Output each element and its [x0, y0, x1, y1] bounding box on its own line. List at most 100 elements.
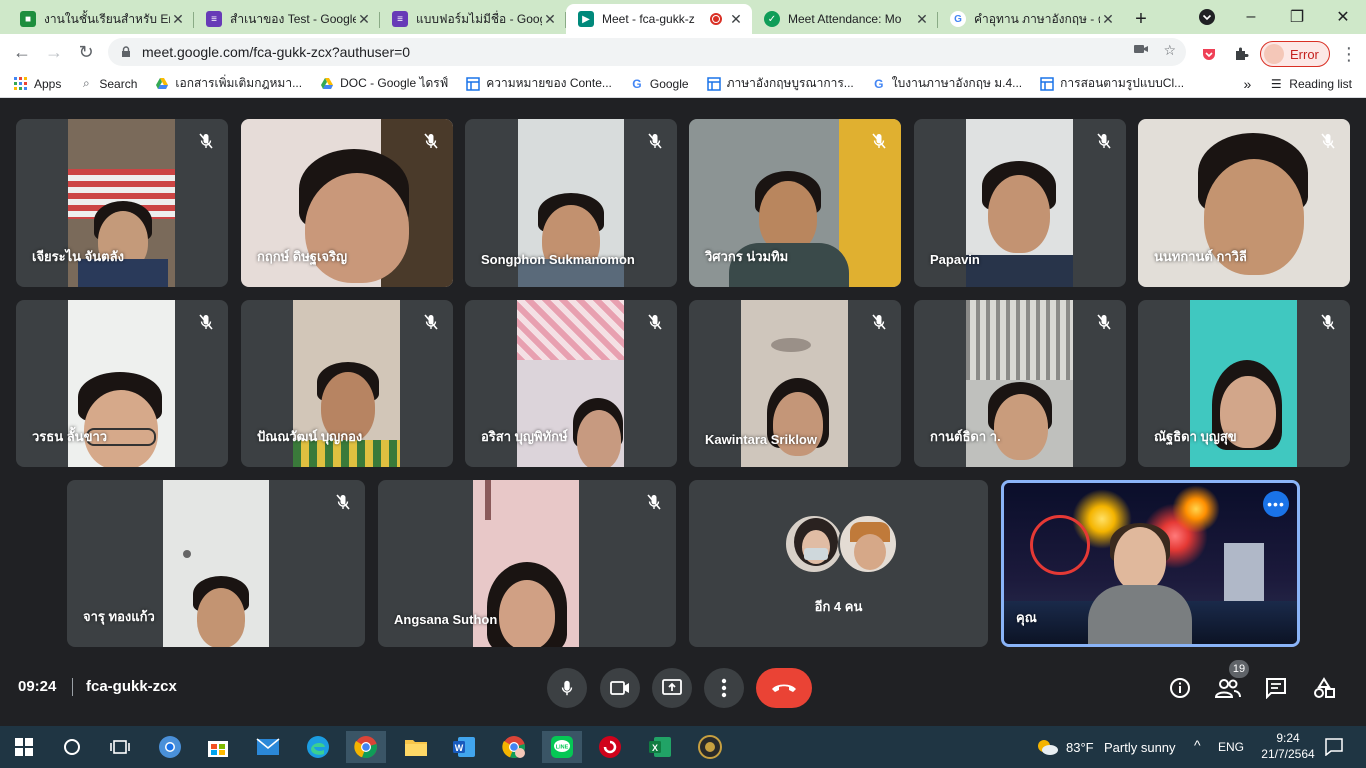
browser-tab-meet[interactable]: ▶ Meet - fca-gukk-z ✕ [566, 4, 752, 34]
meeting-details-button[interactable] [1166, 674, 1194, 702]
close-tab-icon[interactable]: ✕ [542, 11, 558, 28]
people-button[interactable] [1214, 674, 1242, 702]
tab-search-button[interactable] [1184, 0, 1230, 34]
close-tab-icon[interactable]: ✕ [914, 11, 930, 28]
system-clock[interactable]: 9:24 21/7/2564 [1258, 730, 1318, 764]
restore-button[interactable]: ❐ [1274, 0, 1320, 34]
activities-button[interactable] [1310, 674, 1338, 702]
participant-tile[interactable]: เจียระไน จันตลัง [16, 119, 228, 287]
google-icon: G [632, 76, 642, 91]
bookmark-search[interactable]: ⌕ Search [79, 76, 137, 91]
self-more-options-button[interactable]: ••• [1263, 491, 1289, 517]
windows-taskbar: W LINE X 83°F Partly sunny ^ ENG 9:24 21… [0, 726, 1366, 768]
taskbar-store[interactable] [198, 731, 238, 763]
drive-icon [321, 77, 334, 89]
more-options-button[interactable] [704, 668, 744, 708]
windows-logo-icon [15, 738, 33, 756]
meet-control-bar: 09:24 fca-gukk-zcx 19 [0, 648, 1366, 726]
mic-muted-icon [1097, 314, 1111, 330]
new-tab-button[interactable]: + [1124, 4, 1158, 34]
browser-menu-icon[interactable]: ⋮ [1336, 38, 1362, 70]
bookmark-page-1[interactable]: ความหมายของ Conte... [466, 74, 612, 93]
participant-tile[interactable]: Angsana Suthon [378, 480, 676, 647]
participant-tile[interactable]: กฤกษ์ ดิษฐเจริญ [241, 119, 453, 287]
bookmark-google[interactable]: G Google [630, 76, 688, 91]
taskbar-chromium[interactable] [150, 731, 190, 763]
microphone-button[interactable] [547, 668, 587, 708]
start-button[interactable] [4, 731, 44, 763]
participant-name: ปัณณวัฒน์ บุญกอง [257, 429, 363, 444]
bookmark-page-2[interactable]: ภาษาอังกฤษบูรณาการ... [706, 74, 854, 93]
browser-tab-6[interactable]: G คำอุทาน ภาษาอังกฤษ - ค้ ✕ [938, 4, 1124, 34]
bookmarks-overflow-button[interactable]: » [1244, 76, 1252, 92]
close-tab-icon[interactable]: ✕ [170, 11, 186, 28]
participant-tile[interactable]: Papavin [914, 119, 1126, 287]
svg-text:X: X [652, 743, 658, 753]
leave-call-button[interactable] [756, 668, 812, 708]
weather-widget[interactable]: 83°F Partly sunny [1036, 726, 1184, 768]
others-tile[interactable]: อีก 4 คน [689, 480, 988, 647]
minimize-button[interactable]: – [1228, 0, 1274, 34]
bookmark-star-icon[interactable]: ☆ [1163, 42, 1176, 59]
taskbar-line[interactable]: LINE [542, 731, 582, 763]
camera-button[interactable] [600, 668, 640, 708]
taskbar-edge[interactable] [298, 731, 338, 763]
close-window-button[interactable]: ✕ [1320, 0, 1366, 34]
task-view-button[interactable] [100, 731, 140, 763]
participant-tile[interactable]: กานต์ธิดา า. [914, 300, 1126, 467]
taskbar-chrome-profile[interactable] [494, 731, 534, 763]
bookmark-drive-2[interactable]: DOC - Google ไดรฟ์ [320, 74, 448, 93]
self-tile[interactable]: คุณ ••• [1001, 480, 1300, 647]
bookmark-page-3[interactable]: การสอนตามรูปแบบCl... [1040, 74, 1184, 93]
participant-tile[interactable]: Kawintara Sriklow [689, 300, 901, 467]
participant-tile[interactable]: วรธน ลั้นขาว [16, 300, 228, 467]
reload-button[interactable]: ↻ [70, 36, 102, 68]
avatar [1264, 44, 1284, 64]
bookmark-google-2[interactable]: G ใบงานภาษาอังกฤษ ม.4... [872, 74, 1022, 93]
bookmark-drive-1[interactable]: เอกสารเพิ่มเติมกฎหมา... [155, 74, 302, 93]
taskbar-app[interactable] [690, 731, 730, 763]
participant-name: ณัฐธิดา บุญสุข [1154, 429, 1237, 444]
input-language-indicator[interactable]: ENG [1218, 740, 1244, 754]
participant-tile[interactable]: จารุ ทองแก้ว [67, 480, 365, 647]
taskbar-file-explorer[interactable] [396, 731, 436, 763]
page-icon [1040, 76, 1054, 91]
participant-tile[interactable]: อริสา บุญพิทักษ์ [465, 300, 677, 467]
show-hidden-icons-button[interactable]: ^ [1194, 737, 1201, 753]
participant-tile[interactable]: Songphon Sukmanomon [465, 119, 677, 287]
taskbar-excel[interactable]: X [640, 731, 680, 763]
browser-tab-1[interactable]: ■ งานในชั้นเรียนสำหรับ Eng ✕ [8, 4, 194, 34]
bookmark-apps[interactable]: Apps [14, 76, 61, 91]
taskbar-word[interactable]: W [444, 731, 484, 763]
participant-tile[interactable]: วิศวกร น่วมทิม [689, 119, 901, 287]
taskbar-garena[interactable] [590, 731, 630, 763]
profile-error-button[interactable]: Error [1260, 41, 1330, 67]
camera-icon[interactable] [1133, 42, 1149, 56]
participant-name: Papavin [930, 252, 980, 267]
participant-tile[interactable]: ณัฐธิดา บุญสุข [1138, 300, 1350, 467]
forward-button[interactable]: → [38, 36, 70, 68]
browser-tab-5[interactable]: ✓ Meet Attendance: Mo ✕ [752, 4, 938, 34]
chromium-icon [159, 736, 181, 758]
notifications-button[interactable] [1314, 731, 1354, 763]
present-screen-button[interactable] [652, 668, 692, 708]
pocket-extension-icon[interactable] [1196, 38, 1222, 70]
chat-button[interactable] [1262, 674, 1290, 702]
taskbar-chrome[interactable] [346, 731, 386, 763]
browser-tab-2[interactable]: ≡ สำเนาของ Test - Google ✕ [194, 4, 380, 34]
chrome-icon [354, 736, 377, 759]
close-tab-icon[interactable]: ✕ [728, 11, 744, 28]
close-tab-icon[interactable]: ✕ [356, 11, 372, 28]
participant-tile[interactable]: นนทกานต์ กาวิลี [1138, 119, 1350, 287]
back-button[interactable]: ← [6, 36, 38, 68]
browser-tab-3[interactable]: ≡ แบบฟอร์มไม่มีชื่อ - Goog ✕ [380, 4, 566, 34]
taskbar-mail[interactable] [248, 731, 288, 763]
close-tab-icon[interactable]: ✕ [1100, 11, 1116, 28]
reading-list-button[interactable]: ☰ Reading list [1269, 77, 1352, 91]
self-name: คุณ [1016, 610, 1037, 625]
address-bar[interactable]: meet.google.com/fca-gukk-zcx?authuser=0 … [108, 38, 1186, 66]
extensions-puzzle-icon[interactable] [1228, 38, 1254, 70]
participant-tile[interactable]: ปัณณวัฒน์ บุญกอง [241, 300, 453, 467]
participant-name: นนทกานต์ กาวิลี [1154, 249, 1247, 264]
search-taskbar-button[interactable] [52, 731, 92, 763]
